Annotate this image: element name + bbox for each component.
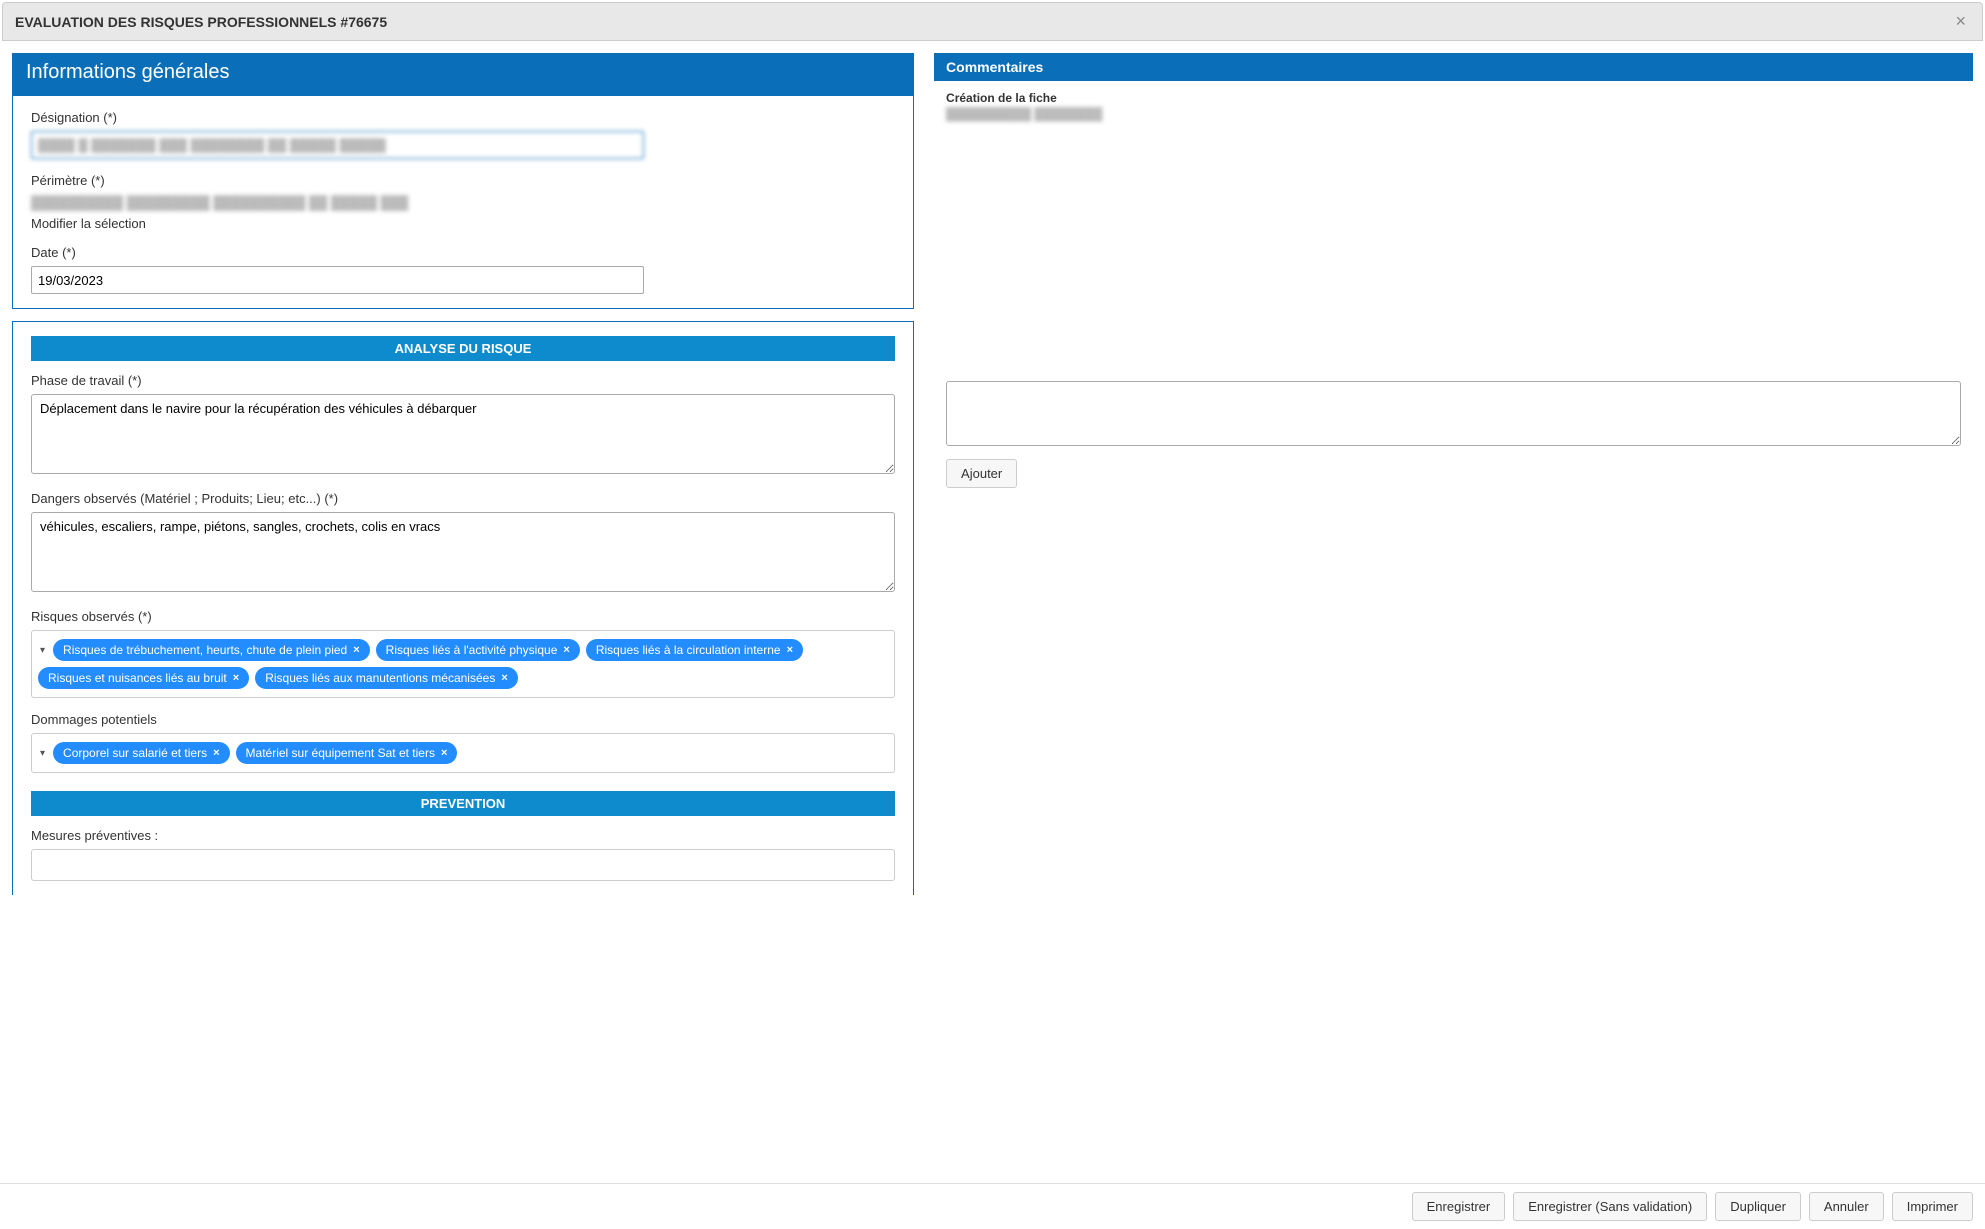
tag-remove-icon[interactable]: ×: [353, 644, 359, 656]
save-button[interactable]: Enregistrer: [1412, 1192, 1506, 1221]
left-pane: Informations générales Désignation (*) P…: [12, 53, 914, 895]
risques-tag-container[interactable]: ▾ Risques de trébuchement, heurts, chute…: [31, 630, 895, 698]
mesures-input[interactable]: [31, 849, 895, 881]
panel-analysis: ANALYSE DU RISQUE Phase de travail (*) D…: [12, 321, 914, 895]
window: EVALUATION DES RISQUES PROFESSIONNELS #7…: [0, 2, 1985, 1083]
phase-textarea[interactable]: [31, 394, 895, 474]
phase-label: Phase de travail (*): [31, 373, 895, 388]
tag-label: Risques liés aux manutentions mécanisées: [265, 671, 495, 685]
field-risques: Risques observés (*) ▾ Risques de trébuc…: [31, 609, 895, 698]
save-no-validation-button[interactable]: Enregistrer (Sans validation): [1513, 1192, 1707, 1221]
field-designation: Désignation (*): [31, 110, 895, 159]
tag-label: Corporel sur salarié et tiers: [63, 746, 207, 760]
section-bar-analysis: ANALYSE DU RISQUE: [31, 336, 895, 361]
tag-remove-icon[interactable]: ×: [233, 672, 239, 684]
panel-general: Informations générales Désignation (*) P…: [12, 53, 914, 309]
add-comment-button[interactable]: Ajouter: [946, 459, 1017, 488]
footer-toolbar: Enregistrer Enregistrer (Sans validation…: [0, 1183, 1985, 1229]
field-date: Date (*): [31, 245, 895, 294]
date-label: Date (*): [31, 245, 895, 260]
risque-tag: Risques liés à l'activité physique ×: [376, 639, 580, 661]
tag-label: Risques de trébuchement, heurts, chute d…: [63, 643, 347, 657]
risque-tag: Risques liés à la circulation interne ×: [586, 639, 803, 661]
modifier-selection-link[interactable]: Modifier la sélection: [31, 216, 146, 231]
tag-label: Matériel sur équipement Sat et tiers: [246, 746, 435, 760]
risque-tag: Risques et nuisances liés au bruit ×: [38, 667, 249, 689]
right-pane: Commentaires Création de la fiche ██████…: [934, 53, 1973, 895]
designation-label: Désignation (*): [31, 110, 895, 125]
risque-tag: Risques de trébuchement, heurts, chute d…: [53, 639, 370, 661]
comments-header: Commentaires: [934, 53, 1973, 81]
dommages-label: Dommages potentiels: [31, 712, 895, 727]
designation-input[interactable]: [31, 131, 644, 159]
comment-creation-label: Création de la fiche: [946, 91, 1961, 105]
tag-remove-icon[interactable]: ×: [501, 672, 507, 684]
risques-label: Risques observés (*): [31, 609, 895, 624]
chevron-down-icon[interactable]: ▾: [38, 645, 47, 656]
tag-remove-icon[interactable]: ×: [441, 747, 447, 759]
tag-label: Risques liés à l'activité physique: [386, 643, 558, 657]
section-bar-prevention: PREVENTION: [31, 791, 895, 816]
tag-label: Risques liés à la circulation interne: [596, 643, 781, 657]
comment-textarea[interactable]: [946, 381, 1961, 446]
duplicate-button[interactable]: Dupliquer: [1715, 1192, 1801, 1221]
dommage-tag: Matériel sur équipement Sat et tiers ×: [236, 742, 458, 764]
window-titlebar: EVALUATION DES RISQUES PROFESSIONNELS #7…: [2, 2, 1983, 41]
field-dangers: Dangers observés (Matériel ; Produits; L…: [31, 491, 895, 595]
tag-label: Risques et nuisances liés au bruit: [48, 671, 227, 685]
field-phase: Phase de travail (*): [31, 373, 895, 477]
tag-remove-icon[interactable]: ×: [213, 747, 219, 759]
tag-remove-icon[interactable]: ×: [563, 644, 569, 656]
print-button[interactable]: Imprimer: [1892, 1192, 1973, 1221]
comments-body: Création de la fiche ██████████ ████████…: [934, 81, 1973, 498]
mesures-label: Mesures préventives :: [31, 828, 895, 843]
tag-remove-icon[interactable]: ×: [787, 644, 793, 656]
date-input[interactable]: [31, 266, 644, 294]
close-icon[interactable]: ×: [1951, 11, 1970, 32]
perimetre-value: ██████████ █████████ ██████████ ██ █████…: [31, 194, 895, 212]
field-perimetre: Périmètre (*) ██████████ █████████ █████…: [31, 173, 895, 231]
cancel-button[interactable]: Annuler: [1809, 1192, 1884, 1221]
field-mesures: Mesures préventives :: [31, 828, 895, 881]
dangers-textarea[interactable]: [31, 512, 895, 592]
content-area: Informations générales Désignation (*) P…: [0, 43, 1985, 895]
dommage-tag: Corporel sur salarié et tiers ×: [53, 742, 230, 764]
field-dommages: Dommages potentiels ▾ Corporel sur salar…: [31, 712, 895, 773]
risque-tag: Risques liés aux manutentions mécanisées…: [255, 667, 518, 689]
dommages-tag-container[interactable]: ▾ Corporel sur salarié et tiers × Matérie…: [31, 733, 895, 773]
comment-creation-meta: ██████████ ████████: [946, 107, 1961, 121]
chevron-down-icon[interactable]: ▾: [38, 748, 47, 759]
perimetre-label: Périmètre (*): [31, 173, 895, 188]
panel-general-header: Informations générales: [12, 53, 914, 96]
dangers-label: Dangers observés (Matériel ; Produits; L…: [31, 491, 895, 506]
window-title: EVALUATION DES RISQUES PROFESSIONNELS #7…: [15, 14, 387, 30]
